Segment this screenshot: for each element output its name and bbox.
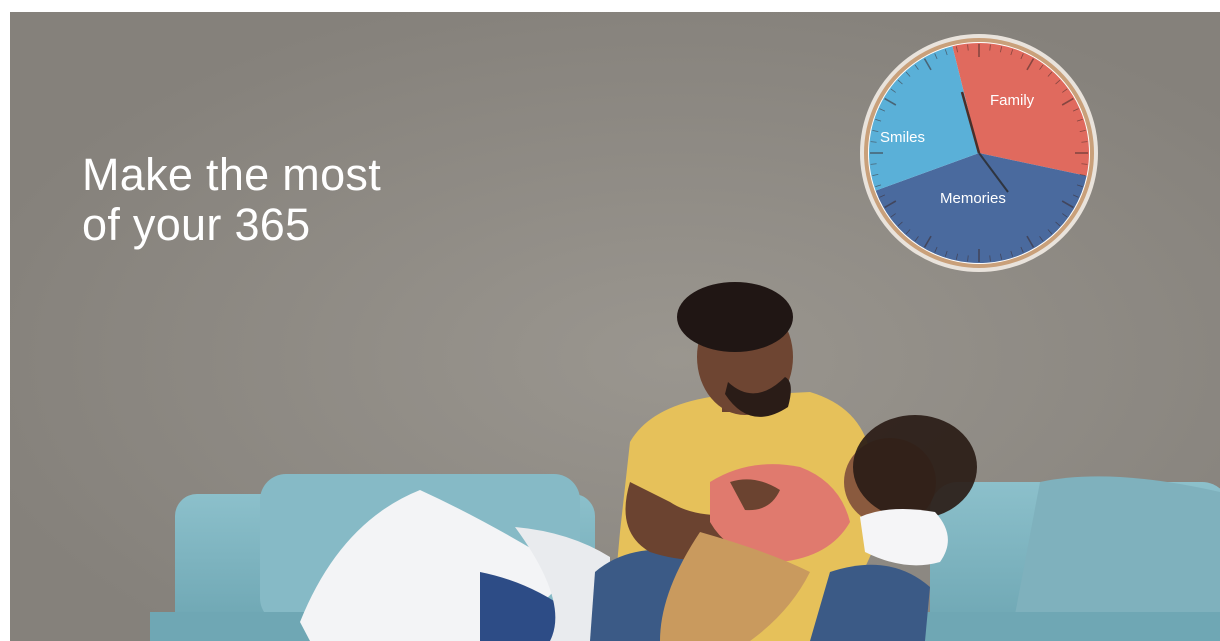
headline: Make the most of your 365 — [82, 150, 381, 250]
hero-banner: Make the most of your 365 Family Smiles … — [10, 12, 1220, 641]
clock-label-smiles: Smiles — [880, 129, 925, 146]
headline-line-1: Make the most — [82, 149, 382, 200]
pie-chart-clock: Family Smiles Memories — [860, 34, 1098, 272]
headline-line-2: of your 365 — [82, 199, 311, 250]
clock-label-family: Family — [990, 92, 1035, 109]
clock-label-memories: Memories — [940, 190, 1006, 207]
adult-hair — [677, 282, 793, 352]
child-hair — [853, 415, 977, 519]
